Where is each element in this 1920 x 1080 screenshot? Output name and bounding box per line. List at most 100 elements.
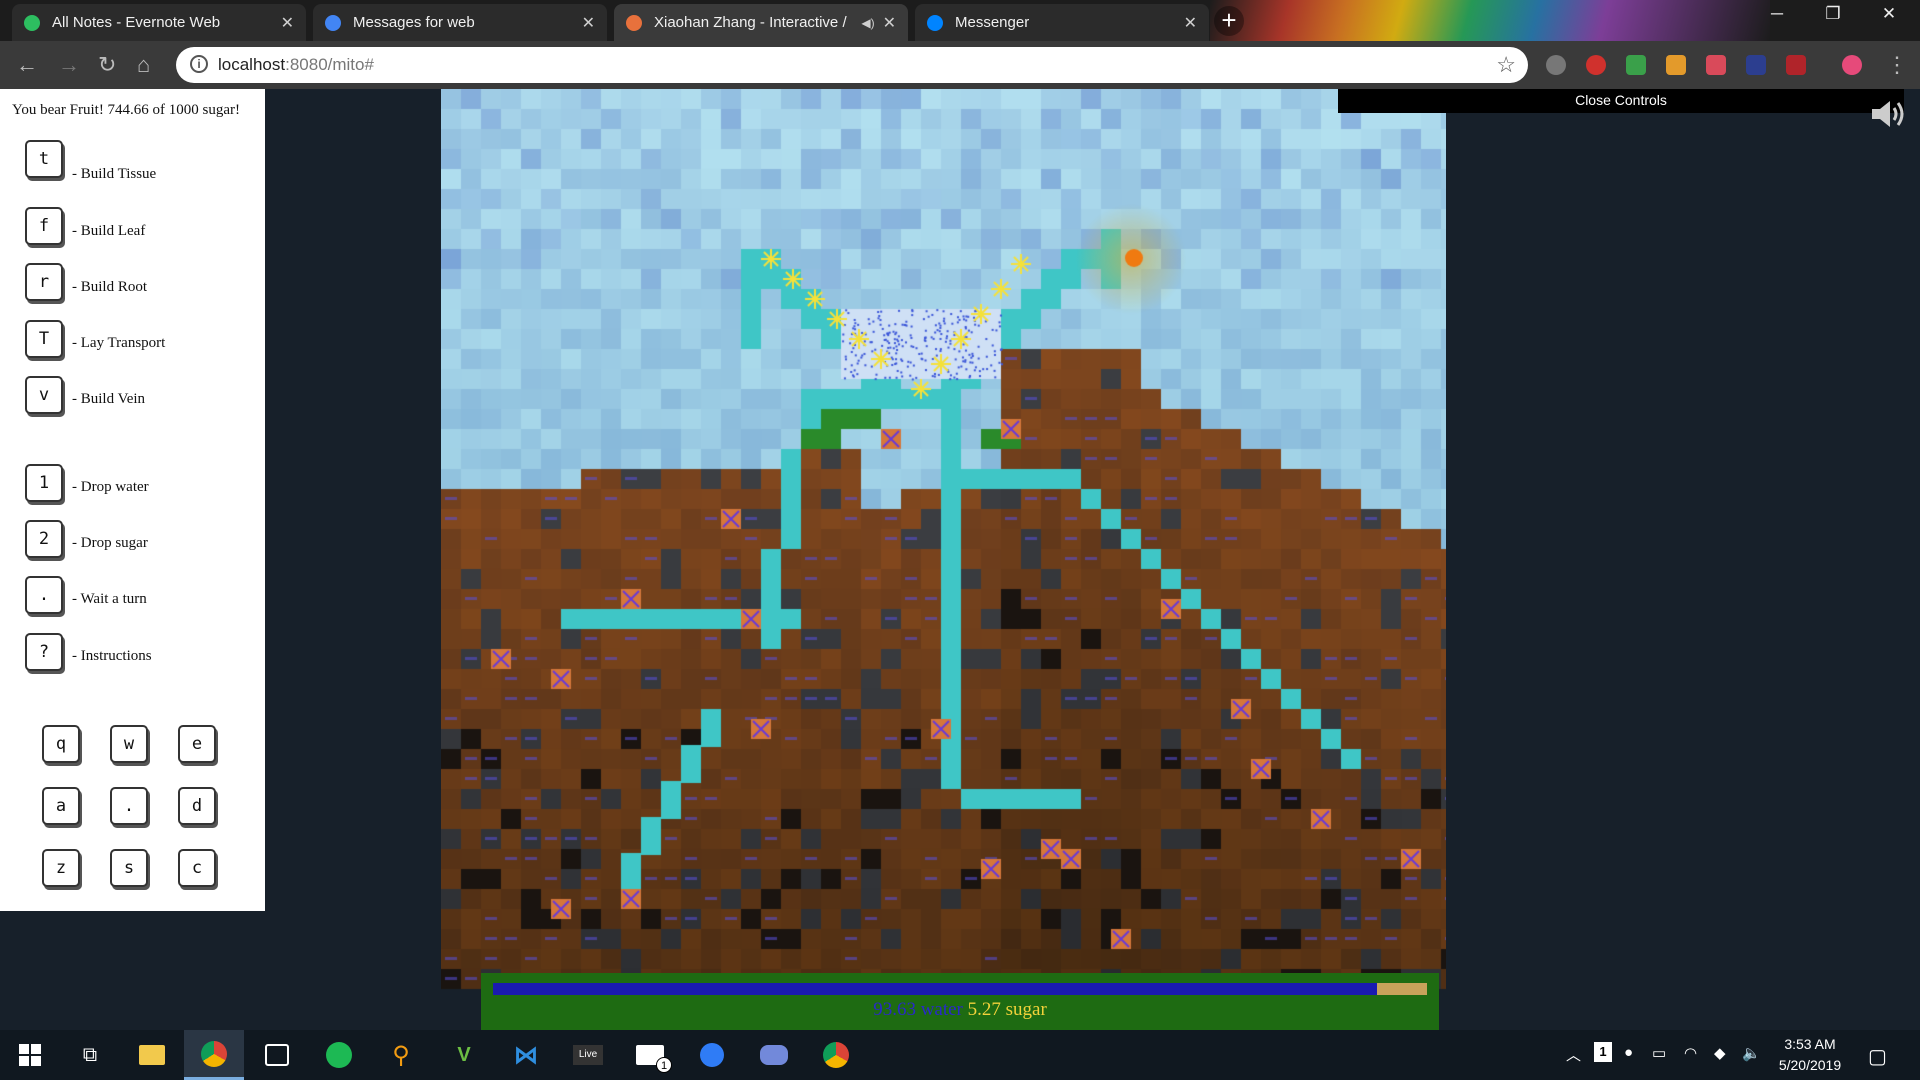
chrome-icon[interactable]: [184, 1030, 244, 1080]
key-wait-turn[interactable]: .: [25, 576, 63, 614]
close-controls-button[interactable]: Close Controls: [1338, 89, 1904, 113]
menu-icon[interactable]: ⋮: [1886, 52, 1908, 78]
tray-app-icon[interactable]: ●: [1624, 1044, 1633, 1061]
page-content: You bear Fruit! 744.66 of 1000 sugar! t …: [0, 89, 1920, 1030]
water-label: water: [915, 999, 968, 1020]
terminal-icon[interactable]: [247, 1030, 307, 1080]
move-key-wait[interactable]: .: [110, 787, 148, 825]
ableton-live-icon[interactable]: Live: [558, 1030, 618, 1080]
volume-tray-icon[interactable]: 🔈: [1742, 1044, 1761, 1062]
key-label: - Build Root: [72, 279, 148, 295]
bookmark-star-icon[interactable]: ☆: [1496, 52, 1516, 78]
controls-panel: You bear Fruit! 744.66 of 1000 sugar! t …: [0, 89, 265, 911]
key-label: - Build Leaf: [72, 223, 146, 239]
ublock-icon[interactable]: [1786, 55, 1806, 75]
system-clock[interactable]: 3:53 AM 5/20/2019: [1760, 1034, 1860, 1076]
tab-title: All Notes - Evernote Web: [52, 14, 221, 31]
close-icon[interactable]: ✕: [281, 13, 294, 33]
key-build-leaf[interactable]: f: [25, 207, 63, 245]
notifications-icon[interactable]: ▢: [1868, 1044, 1887, 1069]
vscode-icon[interactable]: ⋈: [496, 1030, 556, 1080]
vim-icon[interactable]: V: [434, 1030, 494, 1080]
battery-icon[interactable]: ▭: [1652, 1044, 1666, 1062]
key-build-tissue[interactable]: t: [25, 140, 63, 178]
key-drop-sugar[interactable]: 2: [25, 520, 63, 558]
close-icon[interactable]: ✕: [1184, 13, 1197, 33]
windows-start-icon[interactable]: [0, 1030, 60, 1080]
dropbox-icon[interactable]: ◆: [1714, 1044, 1726, 1062]
move-key-q[interactable]: q: [42, 725, 80, 763]
key-label: - Instructions: [72, 648, 152, 664]
close-window-button[interactable]: ✕: [1866, 4, 1912, 24]
mail-badge: 1: [656, 1057, 672, 1073]
water-bar: [493, 983, 1377, 995]
move-key-w[interactable]: w: [110, 725, 148, 763]
search-app-icon[interactable]: ⚲: [371, 1030, 431, 1080]
tab-xiaohan-zhang[interactable]: Xiaohan Zhang - Interactive / ◀) ✕: [614, 4, 908, 41]
tab-evernote[interactable]: All Notes - Evernote Web ✕: [12, 4, 306, 41]
extension-icon[interactable]: [1746, 55, 1766, 75]
mute-tab-icon[interactable]: ◀): [861, 16, 874, 30]
water-amount: 93.63: [873, 999, 916, 1020]
discord-icon[interactable]: [744, 1030, 804, 1080]
move-key-e[interactable]: e: [178, 725, 216, 763]
move-key-d[interactable]: d: [178, 787, 216, 825]
resource-panel: 93.63 water 5.27 sugar: [481, 973, 1439, 1030]
tray-expand-icon[interactable]: ︿: [1566, 1044, 1581, 1065]
tab-title: Messages for web: [353, 14, 475, 31]
key-lay-transport[interactable]: T: [25, 320, 63, 358]
messages-icon: [325, 14, 341, 31]
close-icon[interactable]: ✕: [883, 13, 896, 33]
extension-icon[interactable]: [1626, 55, 1646, 75]
tray-badge[interactable]: 1: [1594, 1042, 1612, 1062]
browser-tab-bar: All Notes - Evernote Web ✕ Messages for …: [0, 0, 1920, 41]
volume-icon[interactable]: [1870, 97, 1908, 131]
browser-theme-decoration: [1210, 0, 1770, 41]
key-label: - Build Tissue: [72, 166, 157, 182]
extension-icon[interactable]: [1666, 55, 1686, 75]
key-label: - Drop water: [72, 479, 149, 495]
mail-icon[interactable]: 1: [620, 1030, 680, 1080]
close-icon[interactable]: ✕: [582, 13, 595, 33]
game-world[interactable]: [441, 89, 1446, 1030]
move-key-s[interactable]: s: [110, 849, 148, 887]
restore-button[interactable]: ❐: [1810, 4, 1856, 24]
key-label: - Build Vein: [72, 391, 146, 407]
adblock-icon[interactable]: [1586, 55, 1606, 75]
url-text: localhost:8080/mito#: [218, 55, 374, 74]
home-icon[interactable]: ⌂: [137, 52, 150, 78]
key-instructions[interactable]: ?: [25, 633, 63, 671]
resource-readout: 93.63 water 5.27 sugar: [481, 999, 1439, 1021]
move-key-a[interactable]: a: [42, 787, 80, 825]
minimize-button[interactable]: ─: [1754, 4, 1800, 24]
key-build-vein[interactable]: v: [25, 376, 63, 414]
shield-icon[interactable]: [1706, 55, 1726, 75]
key-label: - Wait a turn: [72, 591, 147, 607]
resource-bar: [493, 983, 1427, 995]
key-build-root[interactable]: r: [25, 263, 63, 301]
task-view-icon[interactable]: ⧉: [60, 1030, 120, 1080]
chrome-profile-icon[interactable]: [806, 1030, 866, 1080]
profile-avatar[interactable]: [1842, 55, 1862, 75]
tab-messages[interactable]: Messages for web ✕: [313, 4, 607, 41]
new-tab-button[interactable]: +: [1214, 6, 1244, 36]
key-drop-water[interactable]: 1: [25, 464, 63, 502]
move-key-z[interactable]: z: [42, 849, 80, 887]
address-bar[interactable]: i localhost:8080/mito# ☆: [176, 47, 1528, 83]
forward-icon[interactable]: →: [58, 52, 80, 78]
site-info-icon[interactable]: i: [190, 55, 208, 73]
maps-icon[interactable]: [682, 1030, 742, 1080]
back-icon[interactable]: ←: [16, 52, 38, 78]
move-key-c[interactable]: c: [178, 849, 216, 887]
key-label: - Lay Transport: [72, 335, 166, 351]
sugar-amount: 5.27: [967, 999, 1001, 1020]
messenger-icon: [927, 14, 943, 31]
file-explorer-icon[interactable]: [122, 1030, 182, 1080]
wifi-icon[interactable]: ◠: [1684, 1044, 1697, 1062]
extension-icon[interactable]: [1546, 55, 1566, 75]
tab-messenger[interactable]: Messenger ✕: [915, 4, 1209, 41]
reload-icon[interactable]: ↻: [98, 52, 116, 78]
status-message: You bear Fruit! 744.66 of 1000 sugar!: [12, 102, 241, 118]
game-canvas[interactable]: [441, 89, 1446, 1030]
spotify-icon[interactable]: [309, 1030, 369, 1080]
